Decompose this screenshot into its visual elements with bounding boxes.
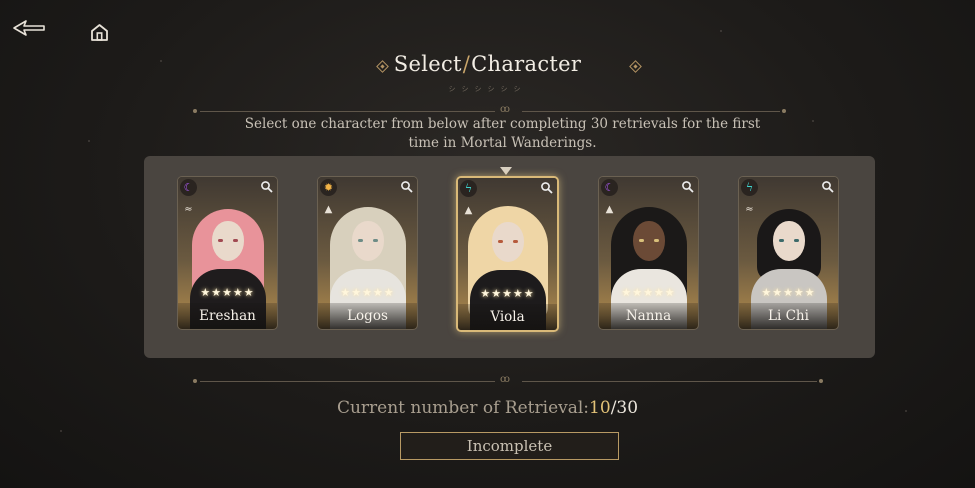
retrieval-current: 10	[589, 398, 611, 418]
character-eye	[779, 239, 784, 242]
background-speck	[60, 430, 62, 432]
character-name: Ereshan	[199, 308, 256, 324]
background-speck	[812, 120, 814, 122]
home-icon	[91, 24, 108, 41]
title-left: Select	[393, 52, 462, 76]
character-name: Viola	[490, 309, 525, 325]
incomplete-status-button[interactable]: Incomplete	[400, 432, 619, 460]
background-speck	[88, 140, 90, 142]
character-face	[633, 221, 665, 261]
character-name: Li Chi	[768, 308, 809, 324]
instruction-text: Select one character from below after co…	[244, 116, 761, 151]
character-eye	[498, 240, 503, 243]
character-name: Logos	[347, 308, 388, 324]
character-eye	[233, 239, 238, 242]
character-face	[492, 222, 524, 262]
lightning-icon: ϟ	[460, 180, 477, 197]
magnifier-icon[interactable]	[540, 181, 553, 194]
character-eye	[639, 239, 644, 242]
character-card-ereshan[interactable]: ☾ ≈ ★★★★★ Ereshan	[177, 176, 278, 330]
character-card-logos[interactable]: ✹ ▲ ★★★★★ Logos	[317, 176, 418, 330]
moon-icon: ☾	[601, 179, 618, 196]
title-separator: /	[462, 52, 471, 76]
retrieval-total: 30	[616, 398, 639, 418]
home-button[interactable]	[90, 23, 109, 46]
title-right: Character	[471, 52, 582, 76]
character-eye	[513, 240, 518, 243]
character-face	[212, 221, 244, 261]
moon-icon: ☾	[180, 179, 197, 196]
character-panel: ☾ ≈ ★★★★★ Ereshan ✹ ▲ ★★★★★ Logos ϟ ▲ ★★…	[144, 156, 875, 358]
character-card-viola[interactable]: ϟ ▲ ★★★★★ Viola	[456, 176, 559, 332]
retrieval-label: Current number of Retrieval:	[336, 398, 590, 418]
title-subscript-glyphs: シシシシシシ	[448, 85, 527, 93]
character-eye	[794, 239, 799, 242]
magnifier-icon[interactable]	[681, 180, 694, 193]
character-eye	[218, 239, 223, 242]
back-arrow-icon	[13, 20, 45, 36]
selection-arrow-icon	[500, 167, 512, 175]
character-eye	[654, 239, 659, 242]
ornament-dot	[193, 109, 197, 113]
pyramid-eye-icon: ▲	[464, 205, 473, 216]
character-card-li-chi[interactable]: ϟ ≈ ★★★★★ Li Chi	[738, 176, 839, 330]
ornament-line	[522, 381, 817, 382]
retrieval-counter: Current number of Retrieval:10/30	[0, 398, 975, 418]
ornament-knot: ꝏ	[500, 104, 510, 115]
wing-icon: ≈	[745, 204, 754, 215]
pyramid-eye-icon: ▲	[605, 204, 614, 215]
rarity-stars: ★★★★★	[200, 286, 255, 299]
character-name: Nanna	[625, 308, 672, 324]
wing-icon: ≈	[184, 204, 193, 215]
ornament-dot	[193, 379, 197, 383]
page-title: Select/Character	[0, 52, 975, 76]
ornament-line	[522, 111, 780, 112]
character-eye	[373, 239, 378, 242]
character-card-nanna[interactable]: ☾ ▲ ★★★★★ Nanna	[598, 176, 699, 330]
magnifier-icon[interactable]	[400, 180, 413, 193]
character-eye	[358, 239, 363, 242]
lightning-icon: ϟ	[741, 179, 758, 196]
ornament-dot	[782, 109, 786, 113]
ornament-knot: ꝏ	[500, 374, 510, 385]
ornament-line	[200, 111, 495, 112]
magnifier-icon[interactable]	[260, 180, 273, 193]
rarity-stars: ★★★★★	[761, 286, 816, 299]
rarity-stars: ★★★★★	[621, 286, 676, 299]
rarity-stars: ★★★★★	[480, 287, 535, 300]
sun-icon: ✹	[320, 179, 337, 196]
character-face	[773, 221, 805, 261]
background-speck	[720, 30, 722, 32]
back-button[interactable]	[12, 18, 46, 42]
character-face	[352, 221, 384, 261]
ornament-line	[200, 381, 495, 382]
rarity-stars: ★★★★★	[340, 286, 395, 299]
magnifier-icon[interactable]	[821, 180, 834, 193]
pyramid-eye-icon: ▲	[324, 204, 333, 215]
ornament-dot	[819, 379, 823, 383]
